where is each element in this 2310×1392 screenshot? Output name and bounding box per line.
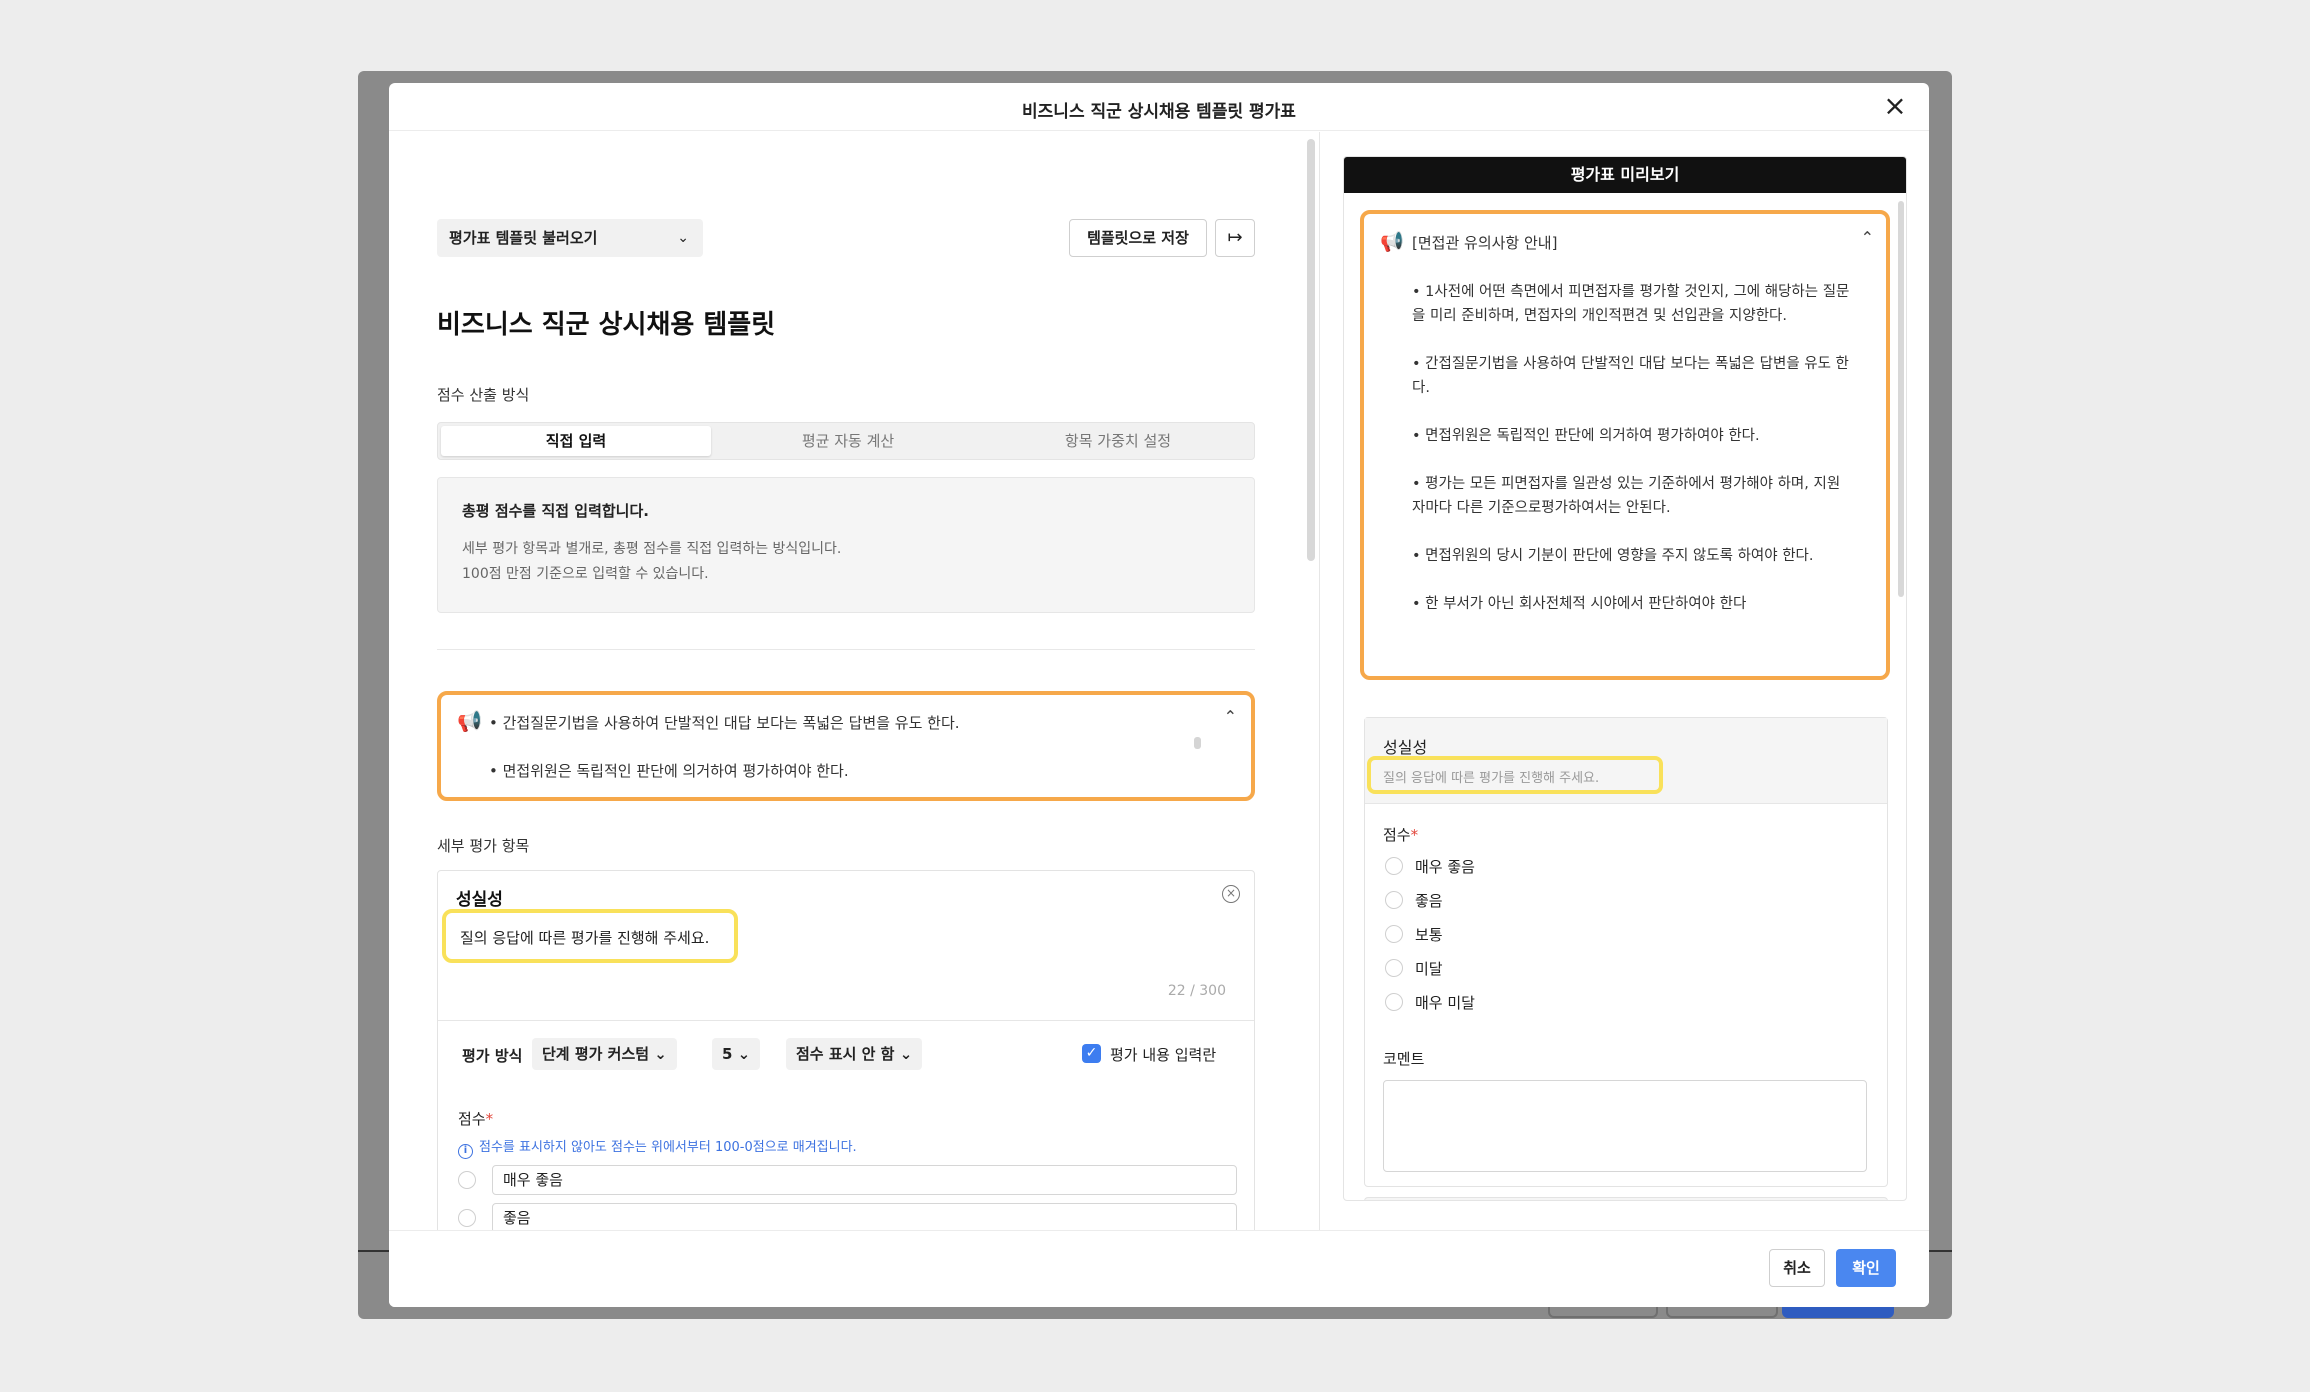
preview-score-label: 점수* — [1383, 824, 1418, 845]
preview-desc-highlight: 질의 응답에 따른 평가를 진행해 주세요. — [1367, 756, 1663, 794]
editor-pane: 평가표 템플릿 불러오기 ⌄ 템플릿으로 저장 ↦ 비즈니스 직군 상시채용 템… — [389, 132, 1305, 1230]
notice-item: • 한 부서가 아닌 회사전체적 시야에서 판단하여야 한다 — [1412, 596, 1747, 612]
steps-select[interactable]: 5 ⌄ — [712, 1038, 761, 1070]
info-line: 세부 평가 항목과 별개로, 총평 점수를 직접 입력하는 방식입니다. — [462, 541, 842, 557]
score-method-segmented: 직접 입력 평균 자동 계산 항목 가중치 설정 — [437, 422, 1255, 460]
preview-radio[interactable] — [1385, 959, 1403, 977]
scale-radio[interactable] — [458, 1171, 476, 1189]
score-label: 점수* — [458, 1108, 493, 1129]
detail-items-label: 세부 평가 항목 — [437, 837, 530, 855]
evaluation-modal: 비즈니스 직군 상시채용 템플릿 평가표 × 평가표 템플릿 불러오기 ⌄ 템플… — [389, 83, 1929, 1307]
card-divider — [438, 1020, 1254, 1021]
chevron-down-icon: ⌄ — [677, 230, 689, 246]
tab-weight-setting[interactable]: 항목 가중치 설정 — [983, 426, 1253, 456]
divider — [437, 649, 1255, 650]
scale-label-input[interactable]: 매우 좋음 — [492, 1165, 1237, 1195]
method-label: 평가 방식 — [462, 1047, 523, 1065]
method-select[interactable]: 단계 평가 커스텀 ⌄ — [532, 1038, 677, 1070]
tab-average-auto[interactable]: 평균 자동 계산 — [713, 426, 983, 456]
confirm-button[interactable]: 확인 — [1836, 1249, 1896, 1287]
info-title: 총평 점수를 직접 입력합니다. — [462, 502, 649, 520]
notice-panel-expanded: 📢 [면접관 유의사항 안내] ⌃ • 1사전에 어떤 측면에서 피면접자를 평… — [1360, 210, 1890, 680]
preview-option-label: 미달 — [1415, 960, 1443, 978]
template-select[interactable]: 평가표 템플릿 불러오기 ⌄ — [437, 219, 703, 257]
notice-title: [면접관 유의사항 안내] — [1412, 234, 1558, 252]
page-title: 비즈니스 직군 상시채용 템플릿 — [437, 310, 776, 340]
modal-footer: 취소 확인 — [389, 1230, 1929, 1307]
info-icon: i — [458, 1144, 473, 1159]
notice-item: • 면접위원의 당시 기분이 판단에 영향을 주지 않도록 하여야 한다. — [1412, 548, 1814, 564]
item-desc-input[interactable]: 질의 응답에 따른 평가를 진행해 주세요. — [460, 927, 709, 948]
eval-input-label: 평가 내용 입력란 — [1110, 1046, 1217, 1064]
score-hint: i 점수를 표시하지 않아도 점수는 위에서부터 100-0점으로 매겨집니다. — [458, 1136, 857, 1159]
notice-scrollbar[interactable] — [1194, 737, 1201, 749]
preview-score-label-text: 점수 — [1383, 826, 1411, 844]
modal-title: 비즈니스 직군 상시채용 템플릿 평가표 — [1022, 102, 1296, 122]
preview-option-label: 좋음 — [1415, 892, 1443, 910]
info-line: 100점 만점 기준으로 입력할 수 있습니다. — [462, 566, 709, 582]
required-mark: * — [1410, 826, 1419, 844]
required-mark: * — [485, 1110, 494, 1128]
modal-header: 비즈니스 직군 상시채용 템플릿 평가표 × — [389, 83, 1929, 131]
preview-next-card — [1364, 1197, 1888, 1200]
score-display-select[interactable]: 점수 표시 안 함 ⌄ — [786, 1038, 923, 1070]
preview-option-label: 매우 좋음 — [1415, 858, 1475, 876]
scale-label-input[interactable]: 좋음 — [492, 1203, 1237, 1230]
comment-label: 코멘트 — [1383, 1050, 1425, 1068]
export-icon[interactable]: ↦ — [1215, 219, 1255, 257]
scale-row: 매우 좋음 — [458, 1165, 1248, 1195]
tab-direct-input[interactable]: 직접 입력 — [441, 426, 711, 456]
preview-item-title: 성실성 — [1383, 738, 1428, 757]
score-method-info: 총평 점수를 직접 입력합니다. 세부 평가 항목과 별개로, 총평 점수를 직… — [437, 477, 1255, 613]
preview-radio[interactable] — [1385, 925, 1403, 943]
preview-scrollbar[interactable] — [1898, 201, 1904, 597]
pane-divider — [1319, 132, 1320, 1230]
evaluation-options-row: 평가 방식 단계 평가 커스텀 ⌄ 5 ⌄ 점수 표시 안 함 ⌄ ✓ 평가 내… — [456, 1037, 1236, 1071]
score-label-text: 점수 — [458, 1110, 486, 1128]
notice-body: • 1사전에 어떤 측면에서 피면접자를 평가할 것인지, 그에 해당하는 질문… — [1412, 280, 1852, 640]
steps-select-value: 5 — [722, 1045, 733, 1063]
preview-radio[interactable] — [1385, 891, 1403, 909]
chevron-up-icon[interactable]: ⌃ — [1224, 707, 1237, 726]
notice-item: • 평가는 모든 피면접자를 일관성 있는 기준하에서 평가해야 하며, 지원자… — [1412, 476, 1841, 516]
remove-item-icon[interactable]: × — [1222, 885, 1240, 903]
megaphone-icon: 📢 — [1380, 231, 1404, 253]
item-title[interactable]: 성실성 — [456, 885, 503, 910]
chevron-up-icon[interactable]: ⌃ — [1861, 228, 1874, 247]
preview-header: 평가표 미리보기 — [1344, 157, 1906, 193]
preview-item-card: 성실성 질의 응답에 따른 평가를 진행해 주세요. 점수* 매우 좋음 좋음 … — [1364, 717, 1888, 1187]
notice-line: • 간접질문기법을 사용하여 단발적인 대답 보다는 폭넓은 답변을 유도 한다… — [489, 714, 960, 732]
preview-radio[interactable] — [1385, 857, 1403, 875]
detail-item-card: 성실성 × 질의 응답에 따른 평가를 진행해 주세요. 22 / 300 평가… — [437, 870, 1255, 1230]
preview-option-label: 보통 — [1415, 926, 1443, 944]
preview-pane: 평가표 미리보기 📢 [면접관 유의사항 안내] ⌃ • 1사전에 어떤 측면에… — [1343, 156, 1907, 1201]
preview-radio[interactable] — [1385, 993, 1403, 1011]
save-template-button[interactable]: 템플릿으로 저장 — [1069, 219, 1207, 257]
editor-scrollbar[interactable] — [1307, 139, 1315, 561]
comment-textarea[interactable] — [1383, 1080, 1867, 1172]
scale-row: 좋음 — [458, 1203, 1248, 1230]
megaphone-icon: 📢 — [457, 709, 482, 733]
eval-input-checkbox[interactable]: ✓ — [1082, 1044, 1101, 1063]
preview-option-label: 매우 미달 — [1415, 994, 1475, 1012]
item-desc-highlight: 질의 응답에 따른 평가를 진행해 주세요. — [442, 909, 738, 963]
notice-line: • 면접위원은 독립적인 판단에 의거하여 평가하여야 한다. — [489, 762, 849, 780]
template-select-label: 평가표 템플릿 불러오기 — [449, 229, 598, 247]
char-count: 22 / 300 — [1167, 983, 1226, 999]
notice-item: • 1사전에 어떤 측면에서 피면접자를 평가할 것인지, 그에 해당하는 질문… — [1412, 284, 1850, 324]
score-hint-text: 점수를 표시하지 않아도 점수는 위에서부터 100-0점으로 매겨집니다. — [479, 1140, 857, 1155]
method-select-value: 단계 평가 커스텀 — [542, 1045, 650, 1063]
score-display-value: 점수 표시 안 함 — [796, 1045, 895, 1063]
preview-card-header: 성실성 질의 응답에 따른 평가를 진행해 주세요. — [1365, 718, 1887, 804]
score-method-label: 점수 산출 방식 — [437, 386, 530, 404]
preview-item-desc: 질의 응답에 따른 평가를 진행해 주세요. — [1383, 771, 1600, 786]
notice-item: • 면접위원은 독립적인 판단에 의거하여 평가하여야 한다. — [1412, 428, 1760, 444]
scale-radio[interactable] — [458, 1209, 476, 1227]
notice-panel-collapsed[interactable]: 📢 • 간접질문기법을 사용하여 단발적인 대답 보다는 폭넓은 답변을 유도 … — [437, 691, 1255, 801]
close-icon[interactable]: × — [1881, 92, 1909, 121]
notice-item: • 간접질문기법을 사용하여 단발적인 대답 보다는 폭넓은 답변을 유도 한다… — [1412, 356, 1849, 396]
cancel-button[interactable]: 취소 — [1769, 1249, 1825, 1287]
